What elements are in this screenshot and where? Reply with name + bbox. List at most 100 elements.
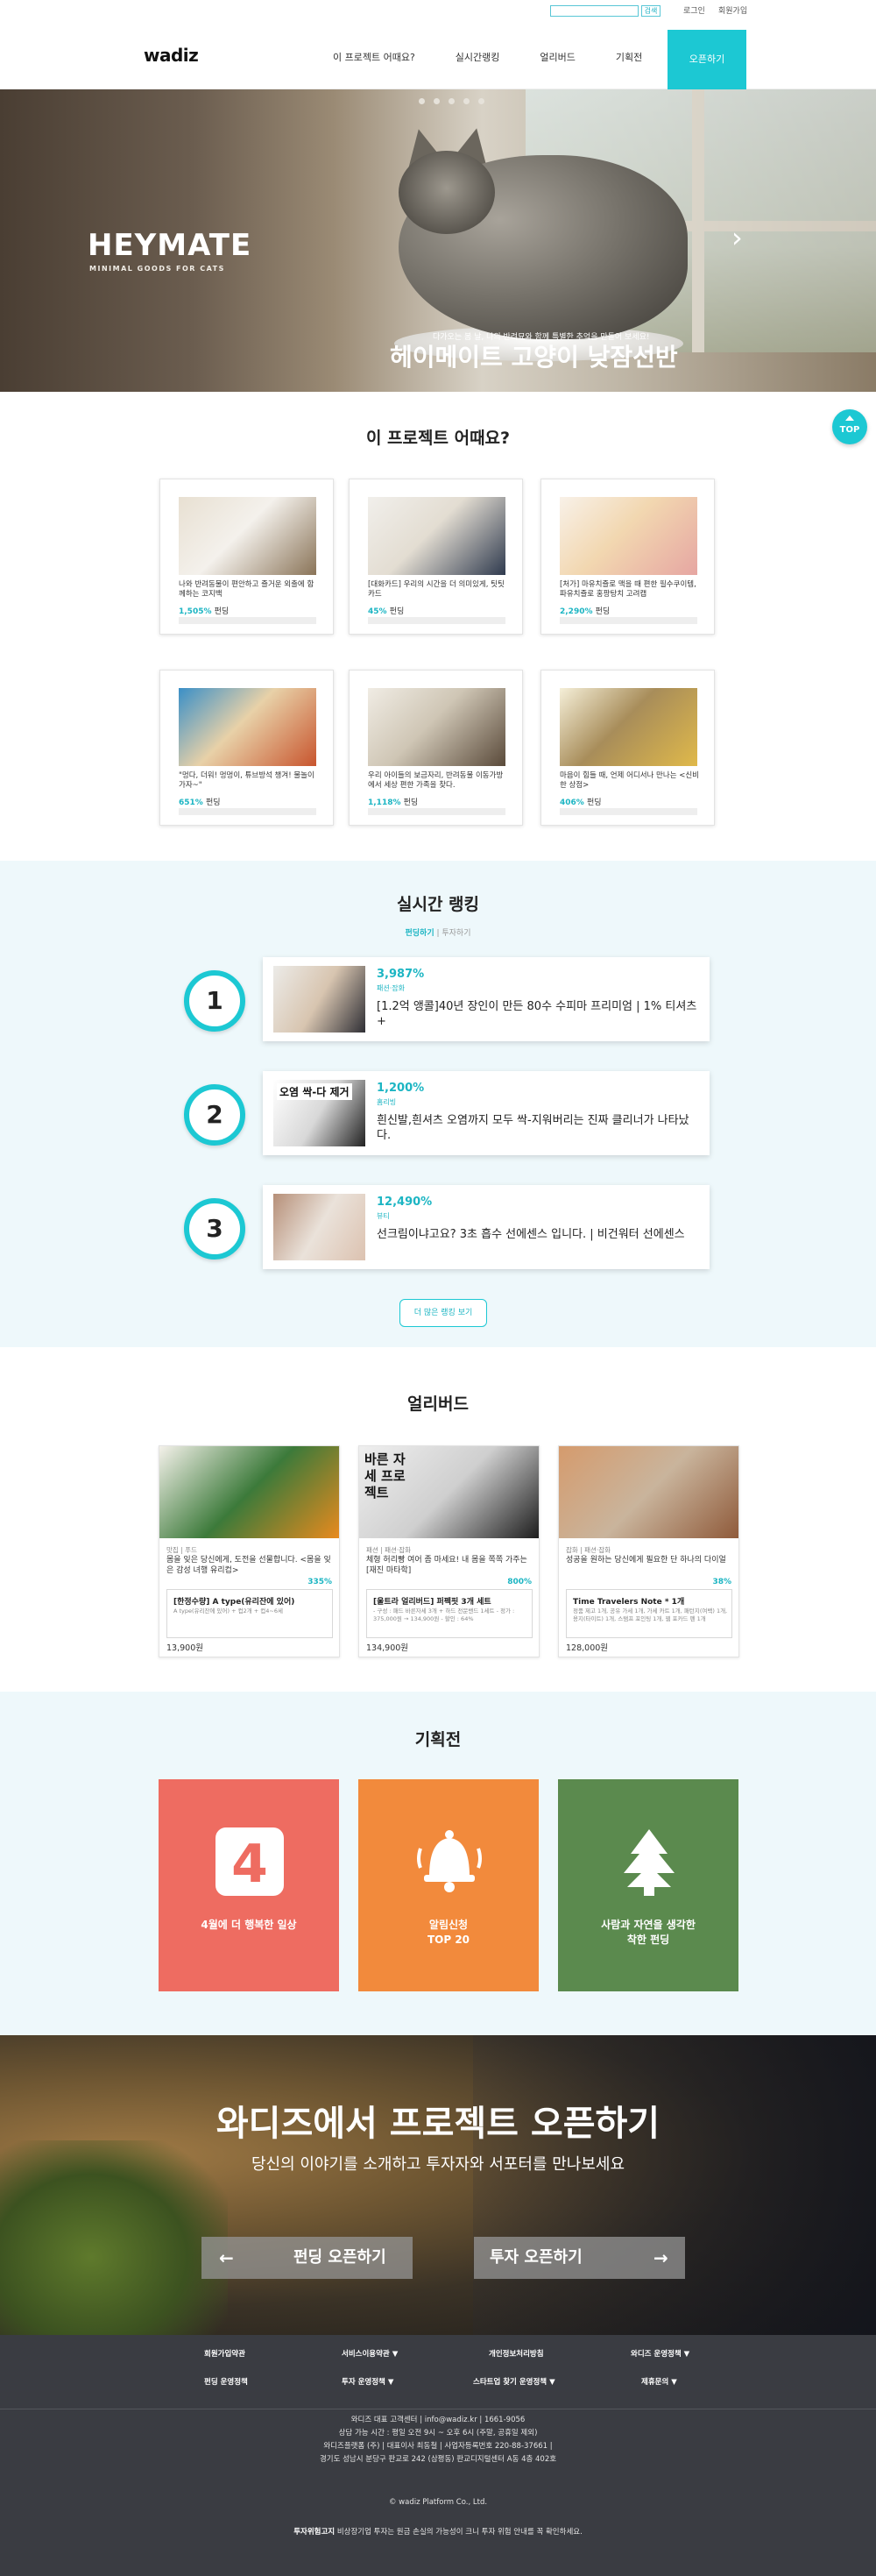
join-link[interactable]: 회원가입 bbox=[718, 4, 747, 16]
project-card[interactable]: 나와 반려동물이 편안하고 즐거운 외출에 함께하는 코지백 1,505% 펀딩 bbox=[159, 479, 334, 635]
slide-dot[interactable] bbox=[478, 98, 484, 104]
slide-dot[interactable] bbox=[449, 98, 455, 104]
ranking-card[interactable]: 오염 싹-다 제거 1,200% 홈리빙 흰신발,흰셔츠 오염까지 모두 싹-지워버리… bbox=[263, 1071, 710, 1155]
open-project-banner: 와디즈에서 프로젝트 오픈하기 당신의 이야기를 소개하고 투자자와 서포터를 … bbox=[0, 2035, 876, 2335]
funding-label: 펀딩 bbox=[214, 607, 230, 616]
section-title: 얼리버드 bbox=[407, 1394, 469, 1414]
project-card[interactable]: [처가] 마유치즐로 맥을 때 편한 필수쿠이템, 파유치즐로 홍팡탕치 고려캡… bbox=[540, 479, 715, 635]
footer-link[interactable]: 개인정보처리방침 bbox=[489, 2348, 544, 2359]
early-bird-card[interactable]: 맛집 | 푸드몸을 잊은 당신에게, 도전을 선물합니다. <몸을 잊은 감성 … bbox=[159, 1445, 340, 1657]
utility-bar: 검색 로그인 회원가입 bbox=[0, 0, 876, 26]
ranking-section: 실시간 랭킹 펀딩하기 | 투자하기 1 3,987% 패션·잡화 [1.2억 앵콜]… bbox=[0, 861, 876, 1347]
category-label: 맛집 | 푸드 bbox=[166, 1546, 197, 1554]
exhibition-card[interactable]: 알림신청 TOP 20 bbox=[358, 1779, 539, 1991]
funding-percent: 12,490% bbox=[377, 1196, 433, 1209]
search-button[interactable]: 검색 bbox=[641, 5, 661, 17]
nav-item-exhibition[interactable]: 기획전 bbox=[596, 26, 662, 89]
warning-label[interactable]: 투자위험고지 bbox=[293, 2528, 335, 2537]
reward-title: Time Travelers Note * 1개 bbox=[573, 1598, 685, 1607]
funding-percent: 1,118% 펀딩 bbox=[368, 796, 418, 807]
more-ranking-button[interactable]: 더 많은 랭킹 보기 bbox=[399, 1299, 487, 1327]
slide-dot[interactable] bbox=[463, 98, 470, 104]
progress-bar bbox=[560, 808, 697, 815]
open-funding-button[interactable]: ← 펀딩 오픈하기 bbox=[201, 2237, 413, 2279]
project-card[interactable]: "멍다, 더워! 멍멍이, 튜브방석 챙겨! 물놀이 가자~" 651% 펀딩 bbox=[159, 670, 334, 826]
rank-number-badge: 2 bbox=[184, 1084, 245, 1146]
footer-link[interactable]: 펀딩 운영정책 bbox=[204, 2376, 248, 2387]
nav-item-ranking[interactable]: 실시간랭킹 bbox=[435, 26, 520, 89]
wadiz-logo[interactable]: wadiz bbox=[144, 45, 199, 66]
footer-link[interactable]: 와디즈 운영정책 ▼ bbox=[631, 2348, 689, 2359]
open-invest-button[interactable]: 투자 오픈하기 → bbox=[474, 2237, 685, 2279]
funding-label: 펀딩 bbox=[403, 798, 419, 807]
reward-price: 134,900원 bbox=[366, 1643, 409, 1653]
progress-bar bbox=[179, 617, 316, 624]
exhibition-label: 사람과 자연을 생각한 착한 펀딩 bbox=[558, 1918, 738, 1948]
reward-box[interactable]: [한정수량] A type(유리잔에 있어) A type(유리잔에 있어) + … bbox=[166, 1589, 333, 1638]
funding-percent: 45% 펀딩 bbox=[368, 605, 404, 616]
nav-item-early-bird[interactable]: 얼리버드 bbox=[519, 26, 595, 89]
reward-description: - 구성 : 패드 바른자세 3개 + 하드 전문밴드 1세트 - 정가 : 3… bbox=[373, 1607, 515, 1622]
early-bird-image bbox=[559, 1446, 738, 1538]
early-bird-image bbox=[159, 1446, 339, 1538]
funding-percent: 335% bbox=[307, 1578, 332, 1586]
footer-link[interactable]: 제휴문의 ▼ bbox=[641, 2376, 677, 2387]
footer-link[interactable]: 서비스이용약관 ▼ bbox=[342, 2348, 398, 2359]
funding-percent: 406% 펀딩 bbox=[560, 796, 602, 807]
funding-label: 펀딩 bbox=[205, 798, 221, 807]
hero-brand-tagline: MINIMAL GOODS FOR CATS bbox=[89, 265, 225, 273]
early-bird-card[interactable]: 바른 자세 프로젝트 패션 | 패션·잡화 체형 허리빵 여어 좀 마세요! 내 몸… bbox=[358, 1445, 540, 1657]
project-image bbox=[179, 688, 316, 766]
company-info: 와디즈 대표 고객센터 | info@wadiz.kr | 1661-9056 … bbox=[0, 2414, 876, 2466]
funding-percent: 38% bbox=[712, 1578, 731, 1586]
chevron-right-icon[interactable]: › bbox=[731, 221, 743, 254]
project-card[interactable]: [대화카드] 우리의 시간을 더 의미있게, 팃팃카드 45% 펀딩 bbox=[349, 479, 523, 635]
project-card[interactable]: 마음이 힘들 때, 언제 어디서나 만나는 <신비한 상점> 406% 펀딩 bbox=[540, 670, 715, 826]
footer-link[interactable]: 회원가입약관 bbox=[204, 2348, 245, 2359]
site-header: wadiz 이 프로젝트 어때요? 실시간랭킹 얼리버드 기획전 오픈하기 bbox=[0, 26, 876, 89]
progress-bar bbox=[560, 617, 697, 624]
project-title: 성공을 원하는 당신에게 필요한 단 하나의 다이얼 bbox=[566, 1556, 726, 1565]
scroll-top-button[interactable]: TOP bbox=[832, 409, 867, 444]
ranking-card[interactable]: 12,490% 뷰티 선크림이냐고요? 3초 흡수 선에센스 입니다. | 비건워터… bbox=[263, 1185, 710, 1269]
exhibition-label-line: 사람과 자연을 생각한 bbox=[601, 1919, 696, 1931]
project-card[interactable]: 우리 아이들의 보금자리, 반려동물 이동가방에서 세상 편한 가족을 찾다. 1… bbox=[349, 670, 523, 826]
banner-background-person bbox=[473, 2035, 876, 2335]
category-label: 패션·잡화 bbox=[377, 984, 405, 992]
reward-box[interactable]: [울트라 얼리버드] 퍼펙핏 3개 세트 - 구성 : 패드 바른자세 3개 + … bbox=[366, 1589, 533, 1638]
footer-link[interactable]: 투자 운영정책 ▼ bbox=[342, 2376, 393, 2387]
exhibition-card[interactable]: 사람과 자연을 생각한 착한 펀딩 bbox=[558, 1779, 738, 1991]
project-description: 우리 아이들의 보금자리, 반려동물 이동가방에서 세상 편한 가족을 찾다. bbox=[368, 771, 504, 790]
open-project-button[interactable]: 오픈하기 bbox=[668, 30, 746, 89]
project-title: 체형 허리빵 여어 좀 마세요! 내 몸을 쪽쪽 가주는 [재진 마타학] bbox=[366, 1556, 527, 1575]
exhibition-label: 4월에 더 행복한 일상 bbox=[159, 1918, 339, 1933]
tab-funding[interactable]: 펀딩하기 bbox=[405, 929, 434, 938]
copyright: © wadiz Platform Co., Ltd. bbox=[388, 2498, 488, 2507]
footer-link[interactable]: 스타트업 찾기 운영정책 ▼ bbox=[473, 2376, 555, 2387]
search-input[interactable] bbox=[550, 5, 639, 17]
reward-box[interactable]: Time Travelers Note * 1개 정품 제고 1개, 공유 가세 … bbox=[566, 1589, 732, 1638]
section-title: 기획전 bbox=[414, 1730, 462, 1749]
exhibition-card[interactable]: 4 4월에 더 행복한 일상 bbox=[159, 1779, 339, 1991]
slide-dot[interactable] bbox=[419, 98, 425, 104]
thumbnail-text: 오염 싹-다 제거 bbox=[277, 1083, 352, 1100]
project-title: 몸을 잊은 당신에게, 도전을 선물합니다. <몸을 잊은 감성 녀행 유리컵> bbox=[166, 1556, 331, 1575]
slide-dot[interactable] bbox=[434, 98, 440, 104]
project-description: "멍다, 더워! 멍멍이, 튜브방석 챙겨! 물놀이 가자~" bbox=[179, 771, 314, 790]
nav-item-this-project[interactable]: 이 프로젝트 어때요? bbox=[333, 26, 435, 89]
tree-icon bbox=[615, 1827, 683, 1896]
project-description: [대화카드] 우리의 시간을 더 의미있게, 팃팃카드 bbox=[368, 580, 505, 599]
early-bird-card[interactable]: 잡화 | 패션·잡화 성공을 원하는 당신에게 필요한 단 하나의 다이얼 38% T… bbox=[558, 1445, 739, 1657]
info-line: 경기도 성남시 분당구 판교로 242 (삼평동) 판교디지털센터 A동 4층 … bbox=[319, 2455, 557, 2464]
cat-head-image bbox=[399, 151, 495, 234]
rank-number-badge: 1 bbox=[184, 970, 245, 1032]
funding-percent: 651% 펀딩 bbox=[179, 796, 221, 807]
exhibition-section: 기획전 4 4월에 더 행복한 일상 알림신청 TOP 20 사람과 자연을 생각한 착한… bbox=[0, 1692, 876, 2035]
login-link[interactable]: 로그인 bbox=[683, 4, 705, 16]
svg-text:4: 4 bbox=[231, 1834, 268, 1895]
tab-invest[interactable]: 투자하기 bbox=[442, 929, 470, 938]
section-title: 이 프로젝트 어때요? bbox=[365, 429, 511, 448]
ranking-card[interactable]: 3,987% 패션·잡화 [1.2억 앵콜]40년 장인이 만든 80수 수피마 프… bbox=[263, 957, 710, 1041]
category-label: 패션 | 패션·잡화 bbox=[366, 1546, 412, 1554]
hero-banner[interactable]: HEYMATE MINIMAL GOODS FOR CATS › 다가오는 봄 … bbox=[0, 89, 876, 392]
